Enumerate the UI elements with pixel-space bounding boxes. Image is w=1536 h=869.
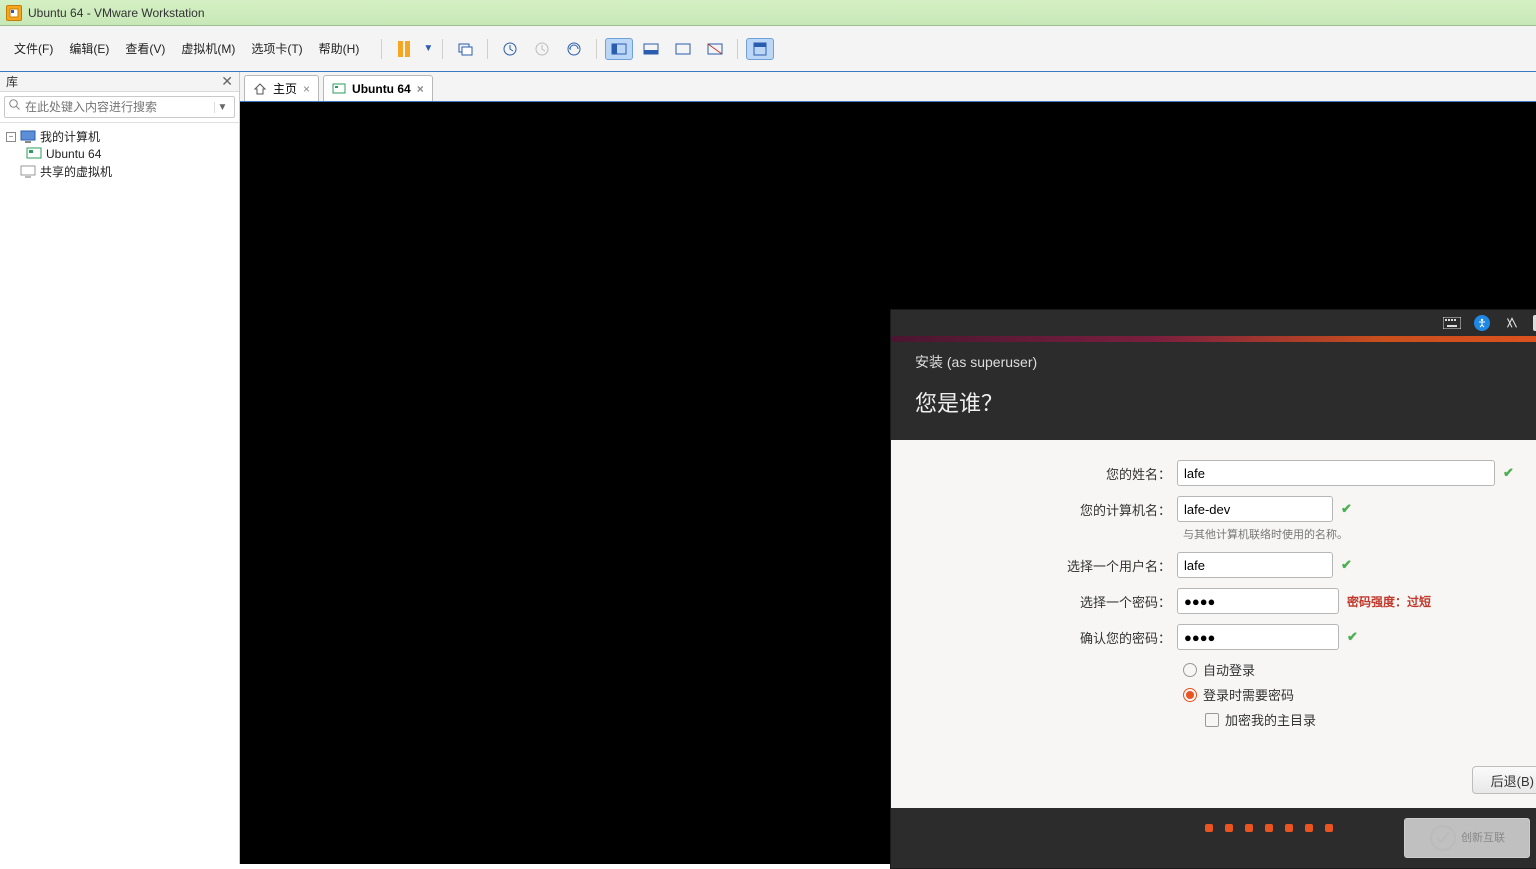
view-fullscreen-icon[interactable] bbox=[669, 38, 697, 60]
user-label: 选择一个用户名： bbox=[915, 556, 1177, 575]
menu-edit[interactable]: 编辑(E) bbox=[61, 38, 117, 59]
password-confirm-label: 确认您的密码： bbox=[915, 628, 1177, 647]
view-fullwidth-icon[interactable] bbox=[637, 38, 665, 60]
network-icon[interactable] bbox=[1503, 314, 1521, 332]
watermark-text: 创新互联 bbox=[1461, 832, 1505, 844]
keyboard-icon[interactable] bbox=[1443, 314, 1461, 332]
watermark: 创新互联 bbox=[1404, 818, 1530, 858]
snapshot-manager-icon[interactable] bbox=[560, 38, 588, 60]
password-input[interactable] bbox=[1177, 588, 1339, 614]
host-label: 您的计算机名： bbox=[915, 500, 1177, 519]
library-sidebar: 库 ✕ ▼ − 我的计算机 Ubuntu 64 bbox=[0, 72, 240, 864]
host-input[interactable] bbox=[1177, 496, 1333, 522]
toolbar-sep bbox=[381, 39, 382, 59]
password-confirm-input[interactable] bbox=[1177, 624, 1339, 650]
tree-item-ubuntu64[interactable]: Ubuntu 64 bbox=[6, 146, 233, 162]
view-console-icon[interactable] bbox=[605, 38, 633, 60]
tree-root-label: 我的计算机 bbox=[40, 128, 100, 145]
ubuntu-topbar: En bbox=[891, 310, 1536, 336]
option-require-password-label: 登录时需要密码 bbox=[1203, 685, 1294, 704]
search-icon bbox=[9, 98, 21, 116]
tree-item-label: Ubuntu 64 bbox=[46, 147, 101, 161]
sidebar-title: 库 bbox=[6, 73, 18, 90]
tab-home[interactable]: 主页 × bbox=[244, 75, 319, 101]
checkbox-encrypt-home[interactable] bbox=[1205, 713, 1219, 727]
ubuntu-installer-window: En 安装 (as superuser) 您是谁？ 您的姓名： ✔ 您的计算机名 bbox=[890, 309, 1536, 869]
radio-require-password[interactable] bbox=[1183, 688, 1197, 702]
snapshot-revert-icon[interactable] bbox=[528, 38, 556, 60]
search-input[interactable] bbox=[25, 100, 210, 114]
password-confirm-check-icon: ✔ bbox=[1347, 629, 1363, 645]
name-check-icon: ✔ bbox=[1503, 465, 1519, 481]
tree-shared-label: 共享的虚拟机 bbox=[40, 163, 112, 180]
menu-tabs[interactable]: 选项卡(T) bbox=[243, 38, 310, 59]
sidebar-close-icon[interactable]: ✕ bbox=[221, 73, 233, 90]
installer-body: 您的姓名： ✔ 您的计算机名： ✔ 与其他计算机联络时使用的名称。 选择一个用户… bbox=[891, 440, 1536, 808]
vm-tab-icon bbox=[332, 82, 346, 96]
option-require-password[interactable]: 登录时需要密码 bbox=[1183, 685, 1536, 704]
menu-view[interactable]: 查看(V) bbox=[117, 38, 173, 59]
user-check-icon: ✔ bbox=[1341, 557, 1357, 573]
accessibility-icon[interactable] bbox=[1473, 314, 1491, 332]
tab-ubuntu64[interactable]: Ubuntu 64 × bbox=[323, 75, 433, 101]
tab-strip: 主页 × Ubuntu 64 × bbox=[240, 72, 1536, 102]
tree-collapse-icon[interactable]: − bbox=[6, 132, 16, 142]
menubar: 文件(F) 编辑(E) 查看(V) 虚拟机(M) 选项卡(T) 帮助(H) bbox=[0, 38, 373, 60]
menu-vm[interactable]: 虚拟机(M) bbox=[173, 38, 243, 59]
app-icon bbox=[6, 5, 22, 21]
name-label: 您的姓名： bbox=[915, 464, 1177, 483]
snapshot-icon[interactable] bbox=[496, 38, 524, 60]
toolbar: ▼ bbox=[373, 37, 1536, 61]
tree-shared-vms[interactable]: 共享的虚拟机 bbox=[6, 162, 233, 181]
tab-vm-label: Ubuntu 64 bbox=[352, 82, 411, 96]
vm-display[interactable]: En 安装 (as superuser) 您是谁？ 您的姓名： ✔ 您的计算机名 bbox=[240, 102, 1536, 864]
option-encrypt-home-label: 加密我的主目录 bbox=[1225, 710, 1316, 729]
host-check-icon: ✔ bbox=[1341, 501, 1357, 517]
window-titlebar: Ubuntu 64 - VMware Workstation bbox=[0, 0, 1536, 26]
search-dropdown-icon[interactable]: ▼ bbox=[214, 102, 230, 113]
tab-home-close-icon[interactable]: × bbox=[303, 82, 310, 96]
tree-root-mycomputer[interactable]: − 我的计算机 bbox=[6, 127, 233, 146]
window-title: Ubuntu 64 - VMware Workstation bbox=[28, 6, 205, 20]
view-library-icon[interactable] bbox=[746, 38, 774, 60]
radio-auto-login[interactable] bbox=[1183, 663, 1197, 677]
menu-help[interactable]: 帮助(H) bbox=[311, 38, 368, 59]
name-input[interactable] bbox=[1177, 460, 1495, 486]
option-auto-login[interactable]: 自动登录 bbox=[1183, 660, 1536, 679]
shared-icon bbox=[20, 165, 36, 179]
user-input[interactable] bbox=[1177, 552, 1333, 578]
tab-vm-close-icon[interactable]: × bbox=[417, 82, 424, 96]
pause-button[interactable] bbox=[390, 38, 418, 60]
tab-home-label: 主页 bbox=[273, 80, 297, 97]
search-box[interactable]: ▼ bbox=[4, 96, 235, 118]
back-button[interactable]: 后退(B) bbox=[1472, 766, 1536, 794]
content-area: 主页 × Ubuntu 64 × En bbox=[240, 72, 1536, 864]
menu-file[interactable]: 文件(F) bbox=[6, 38, 61, 59]
installer-heading: 您是谁？ bbox=[891, 372, 1536, 440]
host-hint: 与其他计算机联络时使用的名称。 bbox=[1183, 526, 1536, 542]
computer-icon bbox=[20, 130, 36, 144]
library-tree: − 我的计算机 Ubuntu 64 共享的虚拟机 bbox=[0, 123, 239, 185]
password-label: 选择一个密码： bbox=[915, 592, 1177, 611]
view-unity-icon[interactable] bbox=[701, 38, 729, 60]
installer-window-title: 安装 (as superuser) bbox=[891, 342, 1536, 372]
option-encrypt-home[interactable]: 加密我的主目录 bbox=[1205, 710, 1536, 729]
pause-dropdown[interactable]: ▼ bbox=[422, 43, 434, 54]
option-auto-login-label: 自动登录 bbox=[1203, 660, 1255, 679]
password-strength: 密码强度：过短 bbox=[1347, 593, 1431, 610]
home-icon bbox=[253, 82, 267, 96]
send-ctrl-alt-del-icon[interactable] bbox=[451, 38, 479, 60]
vm-icon bbox=[26, 147, 42, 161]
